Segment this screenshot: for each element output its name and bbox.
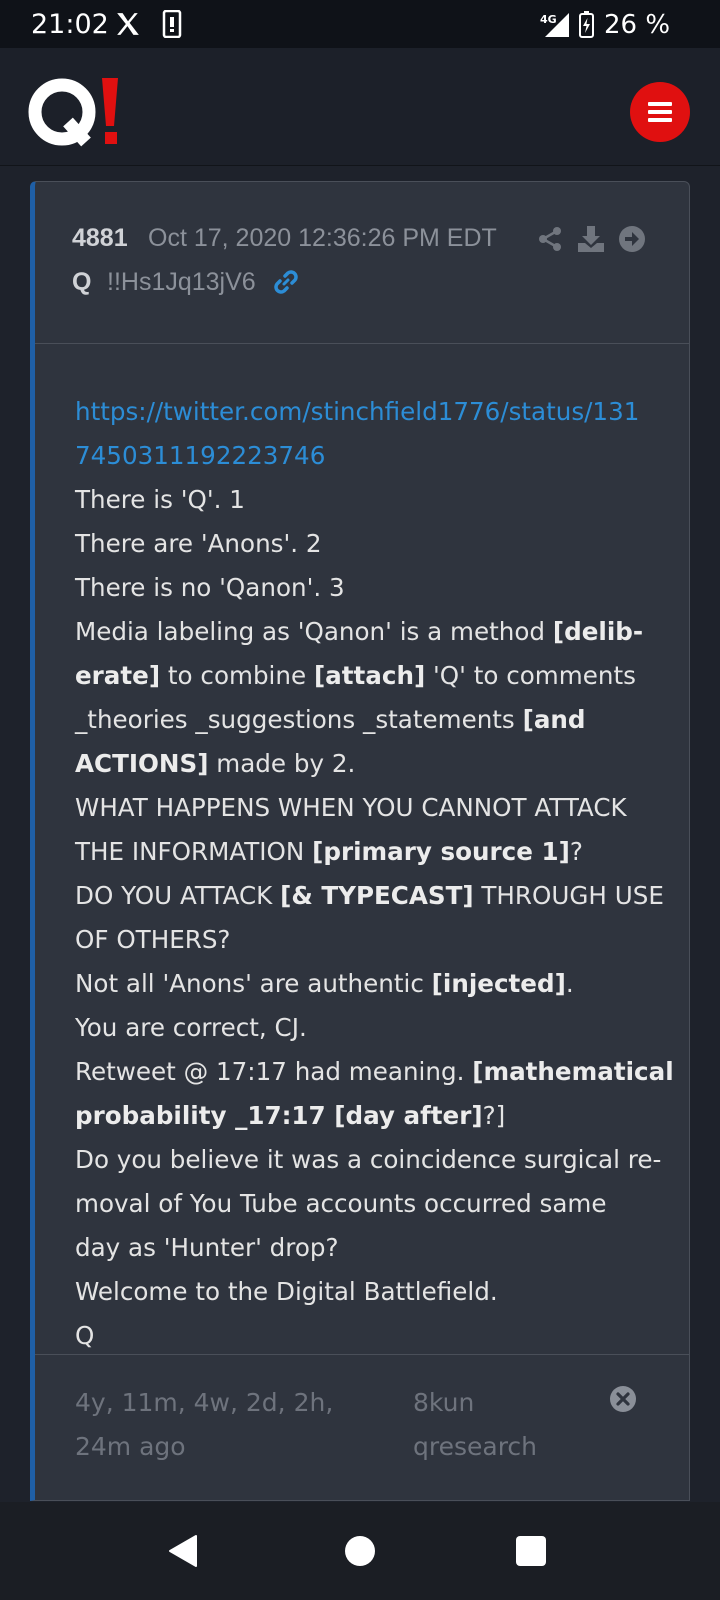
bold-text: [injected] [431,969,566,998]
share-icon[interactable] [537,226,563,252]
signal-icon [545,13,569,37]
post-author: Q [72,268,92,296]
post-body-line: WHAT HAPPENS WHEN YOU CANNOT ATTACK [75,786,655,830]
post-body-line: _theories _suggestions _statements [and [75,698,655,742]
post-body-line: There is no 'Qanon'. 3 [75,566,655,610]
post-header: 4881 Oct 17, 2020 12:36:26 PM EDT Q !!Hs… [35,182,689,344]
close-circle-icon[interactable] [609,1385,637,1413]
battery-percent: 26 % [604,10,671,40]
x-logo-icon [117,13,139,35]
post-body-line: https://twitter.com/stinchfield1776/stat… [75,390,655,434]
post-body-line: There are 'Anons'. 2 [75,522,655,566]
bold-text: [delib- [552,617,644,646]
post-body-line: Welcome to the Digital Battlefield. [75,1270,655,1314]
back-icon[interactable] [168,1534,198,1568]
post-date: Oct 17, 2020 12:36:26 PM EDT [148,224,497,252]
source-board: 8kun [413,1388,475,1417]
text-segment: DO YOU ATTACK [75,881,281,910]
text-segment: ?] [482,1101,506,1130]
post-body-line: DO YOU ATTACK [& TYPECAST] THROUGH USE [75,874,664,918]
battery-charging-icon [579,11,594,38]
bold-text: [and [522,705,586,734]
post-body-line: probability _17:17 [day after]?] [75,1094,655,1138]
link-icon[interactable] [272,268,300,296]
system-nav-bar [0,1502,720,1600]
tweet-link[interactable]: https://twitter.com/stinchfield1776/stat… [75,397,639,426]
post-body-line: Media labeling as 'Qanon' is a method [d… [75,610,655,654]
text-segment: moval of You Tube accounts occurred same [75,1189,607,1218]
post-body-line: Q [75,1314,655,1358]
post-body-line: THE INFORMATION [primary source 1]? [75,830,655,874]
bold-text: ACTIONS] [75,749,209,778]
bold-text: probability _17:17 [day after] [75,1101,483,1130]
app-header [0,48,720,166]
bold-text: [attach] [313,661,426,690]
post-source: 8kun qresearch [413,1381,593,1469]
status-bar: 21:02 4G 26 % [0,0,720,48]
recent-apps-icon[interactable] [516,1536,546,1566]
menu-button[interactable] [630,82,690,142]
home-icon[interactable] [345,1536,375,1566]
tweet-link[interactable]: 7450311192223746 [75,441,325,470]
post-body-line: 7450311192223746 [75,434,655,478]
text-segment: There is no 'Qanon'. 3 [75,573,345,602]
text-segment: THROUGH USE [473,881,664,910]
source-name: qresearch [413,1432,538,1461]
post-body-line: day as 'Hunter' drop? [75,1226,655,1270]
text-segment: _theories _suggestions _statements [75,705,523,734]
text-segment: Not all 'Anons' are authentic [75,969,432,998]
post-body-line: You are correct, CJ. [75,1006,655,1050]
text-segment: . [565,969,574,998]
post-body-line: Not all 'Anons' are authentic [injected]… [75,962,655,1006]
text-segment: Welcome to the Digital Battlefield. [75,1277,498,1306]
text-segment: WHAT HAPPENS WHEN YOU CANNOT ATTACK [75,793,627,822]
post-body-line: erate] to combine [attach] 'Q' to commen… [75,654,655,698]
text-segment: Media labeling as 'Qanon' is a method [75,617,553,646]
download-icon[interactable] [577,226,605,252]
text-segment: made by 2. [208,749,356,778]
post-body: https://twitter.com/stinchfield1776/stat… [75,390,674,1358]
text-segment: Do you believe it was a coincidence surg… [75,1145,662,1174]
post-body-line: OF OTHERS? [75,918,655,962]
text-segment: You are correct, CJ. [75,1013,307,1042]
arrow-right-circle-icon[interactable] [618,225,646,253]
text-segment: There is 'Q'. 1 [75,485,245,514]
text-segment: OF OTHERS? [75,925,231,954]
post-age: 4y, 11m, 4w, 2d, 2h, 24m ago [75,1388,334,1461]
post-tripcode: !!Hs1Jq13jV6 [107,268,256,296]
text-segment: day as 'Hunter' drop? [75,1233,339,1262]
text-segment: 'Q' to comments [425,661,636,690]
text-segment: Q [75,1321,95,1350]
post-footer: 4y, 11m, 4w, 2d, 2h, 24m ago 8kun qresea… [35,1354,689,1502]
bold-text: [mathematical [472,1057,674,1086]
phone-vibrate-icon [162,10,182,38]
post-number[interactable]: 4881 [72,224,128,253]
text-segment: THE INFORMATION [75,837,313,866]
bold-text: erate] [75,661,161,690]
q-logo[interactable] [28,76,124,148]
post-body-line: moval of You Tube accounts occurred same [75,1182,655,1226]
hamburger-icon [648,102,672,122]
post-body-line: Retweet @ 17:17 had meaning. [mathematic… [75,1050,674,1094]
post-body-line: Do you believe it was a coincidence surg… [75,1138,661,1182]
text-segment: to combine [160,661,314,690]
text-segment: Retweet @ 17:17 had meaning. [75,1057,473,1086]
post-body-line: ACTIONS] made by 2. [75,742,655,786]
bold-text: [primary source 1] [312,837,570,866]
text-segment: ? [569,837,583,866]
status-time: 21:02 [31,9,109,40]
post-body-line: There is 'Q'. 1 [75,478,655,522]
bold-text: [& TYPECAST] [280,881,474,910]
post-card: 4881 Oct 17, 2020 12:36:26 PM EDT Q !!Hs… [30,181,690,1501]
text-segment: There are 'Anons'. 2 [75,529,322,558]
